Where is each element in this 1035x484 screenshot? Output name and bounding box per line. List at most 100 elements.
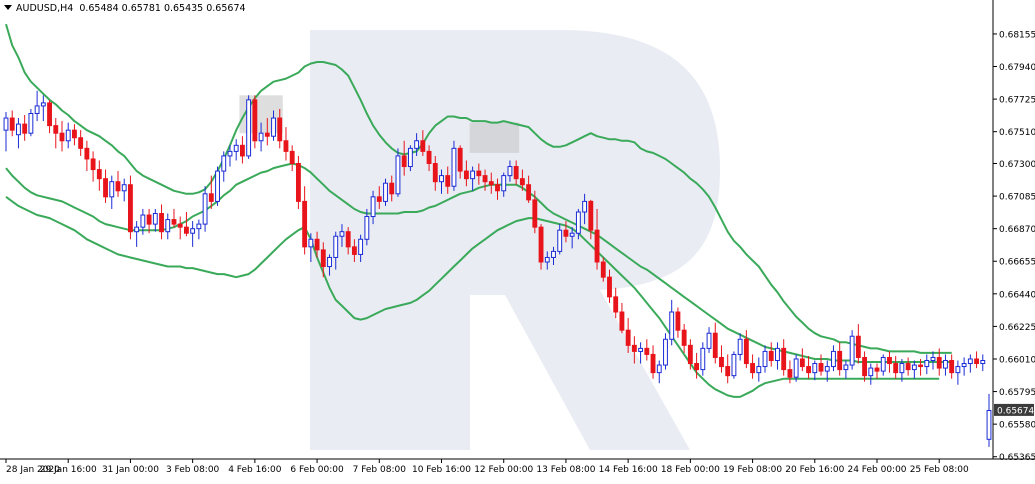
candle (152, 208, 158, 232)
candle (47, 99, 52, 134)
candle (831, 345, 836, 372)
candle-body (719, 356, 724, 368)
candle (880, 354, 886, 376)
candle-body (756, 366, 762, 374)
candle-body (750, 363, 756, 374)
candle-body (600, 261, 606, 278)
candle (72, 124, 77, 146)
candle (930, 351, 936, 370)
candle (663, 333, 668, 370)
y-tick-label: 0.67510 (999, 128, 1035, 138)
candle-body (594, 229, 600, 263)
y-tick-label: 0.65795 (999, 388, 1035, 398)
candle (115, 171, 121, 197)
candle-body (905, 363, 911, 371)
candle-body (862, 356, 867, 377)
candle-body (47, 102, 52, 127)
candle (53, 118, 59, 149)
candle-body (663, 338, 668, 366)
candle-body (588, 200, 594, 231)
x-tick-label: 25 Feb 08:00 (910, 465, 969, 475)
candle-body (258, 132, 264, 142)
candle-body (762, 350, 768, 368)
candle (613, 287, 619, 319)
candle-body (183, 226, 189, 234)
candle-body (818, 363, 824, 372)
candle (781, 339, 787, 376)
candle-body (146, 214, 152, 225)
candle (855, 324, 861, 364)
candle (843, 360, 849, 379)
candle (252, 95, 258, 149)
candle-body (339, 231, 345, 237)
candle-body (115, 181, 121, 192)
candle-body (986, 410, 992, 440)
candle-body (351, 246, 357, 255)
chart-area[interactable]: AUDUSD,H4 0.65484 0.65781 0.65435 0.6567… (0, 0, 1035, 480)
candle-body (488, 181, 494, 186)
x-tick-label: 19 Feb 08:00 (723, 465, 782, 475)
candle-body (28, 112, 34, 134)
candle-body (893, 363, 899, 374)
x-tick-label: 31 Jan 00:00 (102, 465, 159, 475)
candle (924, 354, 930, 375)
candle (762, 345, 768, 373)
candle (669, 299, 675, 346)
candle (943, 354, 948, 376)
candle-body (806, 366, 812, 374)
candle (3, 111, 9, 152)
candle-body (967, 358, 973, 365)
candle-body (78, 137, 84, 149)
candle-body (911, 364, 917, 371)
candle-body (370, 196, 376, 218)
candle (16, 118, 21, 149)
price-chart[interactable]: 0.68155 0.67940 0.67725 0.67510 0.67300 0.670… (0, 0, 1035, 480)
candle-body (725, 366, 731, 377)
candle (743, 330, 749, 369)
y-tick-label: 0.66010 (999, 355, 1035, 365)
candle-body (868, 367, 874, 377)
candle-body (90, 158, 96, 171)
candle-body (308, 238, 314, 248)
candle (893, 355, 899, 379)
candle-body (53, 125, 59, 134)
candle-body (401, 155, 407, 168)
candle (121, 178, 127, 202)
candle-body (327, 256, 332, 268)
symbol-label: AUDUSD,H4 (16, 3, 74, 14)
x-tick-label: 4 Feb 16:00 (228, 465, 282, 475)
candle (725, 354, 731, 384)
candle-body (924, 360, 930, 368)
candle (451, 140, 457, 191)
dropdown-arrow-icon[interactable] (4, 5, 12, 10)
candle-body (513, 166, 519, 180)
candle (775, 342, 780, 370)
candle-body (687, 344, 693, 365)
candle (650, 345, 656, 379)
candle (737, 333, 743, 361)
candle-body (96, 169, 102, 180)
x-tick-label: 7 Feb 08:00 (353, 465, 407, 475)
candle-body (743, 338, 749, 365)
candle-body (3, 117, 9, 131)
candle-body (16, 123, 21, 136)
candle-body (457, 147, 463, 172)
candle (159, 204, 164, 240)
candle-body (887, 356, 892, 365)
candle-body (619, 311, 625, 331)
candle (967, 354, 973, 373)
candle-body (451, 147, 457, 187)
candle (183, 211, 189, 237)
candle-body (171, 219, 177, 225)
candle (731, 351, 737, 379)
candle (818, 354, 824, 376)
candle (712, 322, 718, 364)
candle (34, 90, 40, 122)
candle-body (202, 193, 208, 225)
candle-body (955, 366, 961, 374)
candle-body (644, 347, 650, 355)
candle (849, 330, 855, 370)
candle-body (295, 163, 301, 202)
candle-body (793, 358, 799, 378)
candle (980, 354, 986, 372)
